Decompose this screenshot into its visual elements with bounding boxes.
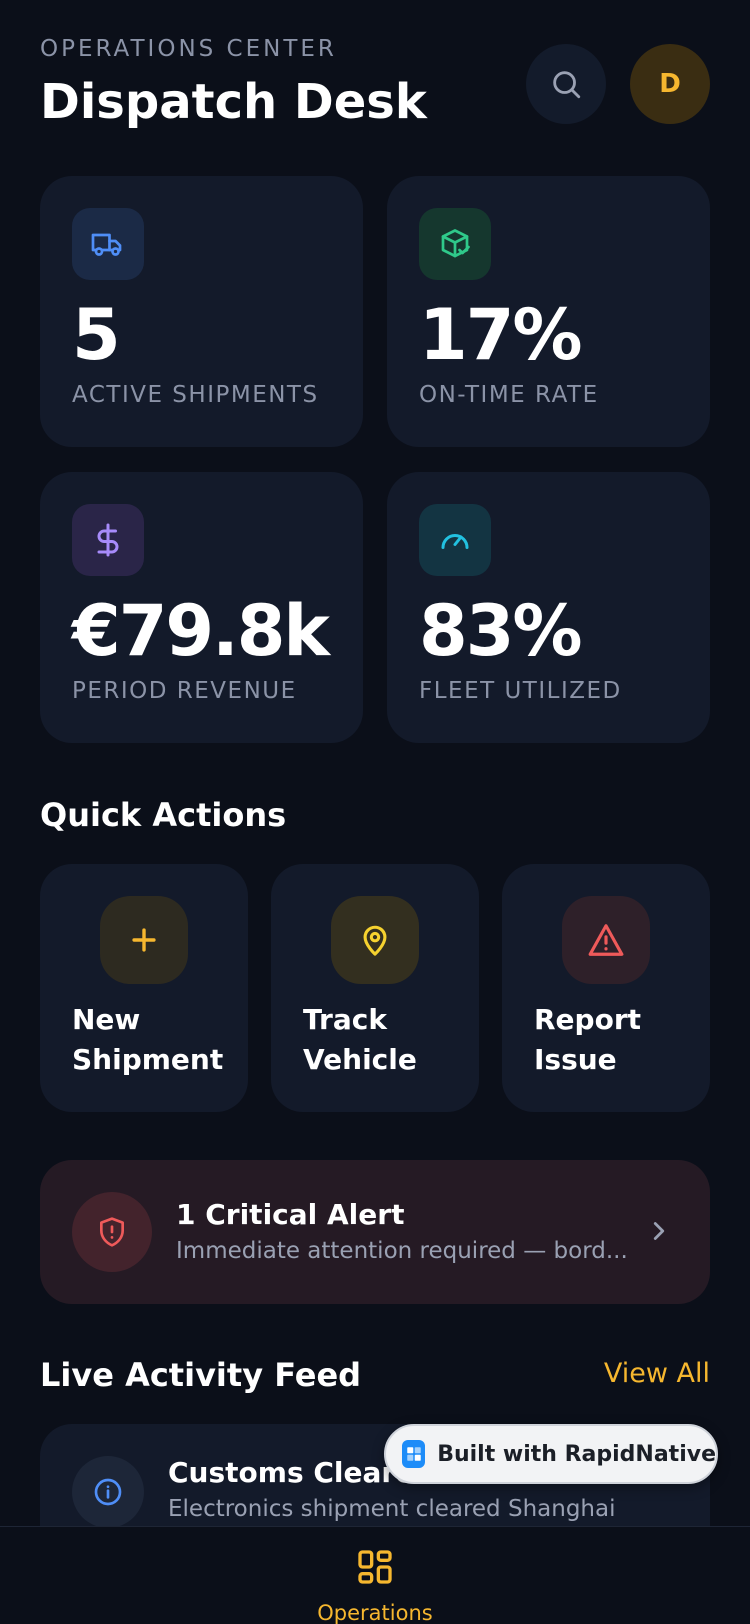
bottom-nav: Operations <box>0 1526 750 1624</box>
rapidnative-logo-icon <box>402 1440 426 1468</box>
gauge-icon <box>419 504 491 576</box>
new-shipment-button[interactable]: New Shipment <box>40 864 248 1112</box>
chevron-right-icon <box>653 1222 665 1240</box>
dispatch-desk-screen: OPERATIONS CENTER Dispatch Desk D 5 ACTI… <box>0 0 750 1624</box>
page-title: Dispatch Desk <box>40 74 427 130</box>
stat-value: 17% <box>419 294 583 376</box>
stat-label: PERIOD REVENUE <box>72 678 297 704</box>
stat-card-fleet-utilized[interactable]: 83% FLEET UTILIZED <box>387 472 710 743</box>
stat-label: ACTIVE SHIPMENTS <box>72 382 319 408</box>
alert-title: 1 Critical Alert <box>176 1198 405 1231</box>
stat-label: ON-TIME RATE <box>419 382 599 408</box>
package-check-icon <box>419 208 491 280</box>
header: OPERATIONS CENTER Dispatch Desk D <box>40 30 710 140</box>
stat-label: FLEET UTILIZED <box>419 678 622 704</box>
stat-card-period-revenue[interactable]: €79.8k PERIOD REVENUE <box>40 472 363 743</box>
avatar[interactable]: D <box>630 44 710 124</box>
dashboard-icon <box>358 1550 392 1584</box>
plus-icon <box>100 896 188 984</box>
action-label: Track Vehicle <box>303 1003 417 1076</box>
stat-card-active-shipments[interactable]: 5 ACTIVE SHIPMENTS <box>40 176 363 447</box>
action-label: New Shipment <box>72 1003 224 1076</box>
stat-value: 83% <box>419 590 583 672</box>
track-vehicle-button[interactable]: Track Vehicle <box>271 864 479 1112</box>
report-issue-button[interactable]: Report Issue <box>502 864 710 1112</box>
header-eyebrow: OPERATIONS CENTER <box>40 36 337 62</box>
quick-actions-title: Quick Actions <box>40 796 287 834</box>
search-icon <box>553 71 581 99</box>
action-label: Report Issue <box>534 1003 642 1076</box>
built-with-badge[interactable]: Built with RapidNative <box>384 1424 718 1484</box>
warning-icon <box>562 896 650 984</box>
stat-value: €79.8k <box>72 590 330 672</box>
activity-subtitle: Electronics shipment cleared Shanghai <box>168 1496 616 1522</box>
tab-label: Operations <box>317 1601 433 1624</box>
shield-alert-icon <box>72 1192 152 1272</box>
critical-alert-banner[interactable]: 1 Critical Alert Immediate attention req… <box>40 1160 710 1304</box>
info-icon <box>72 1456 144 1528</box>
stat-card-on-time-rate[interactable]: 17% ON-TIME RATE <box>387 176 710 447</box>
search-button[interactable] <box>526 44 606 124</box>
dollar-icon <box>72 504 144 576</box>
badge-text: Built with RapidNative <box>437 1441 716 1467</box>
map-pin-icon <box>331 896 419 984</box>
truck-icon <box>72 208 144 280</box>
tab-operations[interactable]: Operations <box>300 1547 450 1624</box>
activity-feed-title: Live Activity Feed <box>40 1356 362 1394</box>
view-all-link[interactable]: View All <box>604 1358 710 1389</box>
alert-subtitle: Immediate attention required — bord... <box>176 1238 628 1264</box>
stat-value: 5 <box>72 294 121 376</box>
